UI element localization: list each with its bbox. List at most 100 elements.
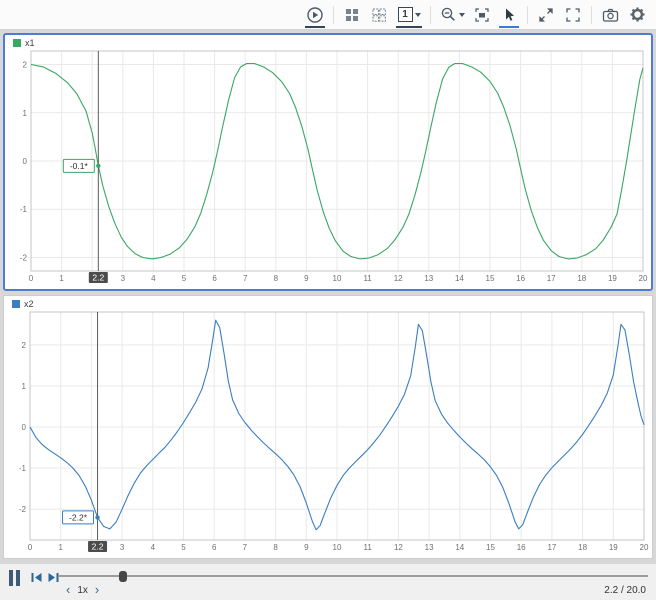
speed-label: 1x [77,584,88,596]
step-back-icon [31,573,42,582]
svg-text:0: 0 [29,274,34,283]
legend-x2[interactable]: x2 [12,299,34,309]
svg-text:1: 1 [23,109,28,118]
svg-text:17: 17 [547,543,556,552]
svg-text:5: 5 [182,274,187,283]
svg-text:2: 2 [23,61,28,70]
toolbar-separator [430,5,431,24]
svg-text:19: 19 [609,543,618,552]
camera-icon [602,8,618,22]
svg-text:-1: -1 [19,464,27,473]
fullscreen-icon [566,7,580,22]
fullscreen-button[interactable] [560,2,586,28]
svg-text:5: 5 [181,543,186,552]
pause-icon [16,570,20,586]
layout-grid-icon [346,8,358,21]
timeline-slider[interactable] [58,570,648,582]
expand-icon [539,7,553,22]
gear-icon [630,7,644,22]
svg-text:16: 16 [516,274,525,283]
speed-up-button[interactable]: › [95,583,99,596]
svg-text:-2.2*: -2.2* [69,512,88,522]
svg-text:4: 4 [151,274,156,283]
dropdown-caret-icon [414,12,421,17]
svg-text:15: 15 [486,274,495,283]
svg-text:0: 0 [23,157,28,166]
settings-button[interactable] [624,2,650,28]
svg-text:7: 7 [243,543,248,552]
pointer-tool-button[interactable] [496,2,522,28]
signal-panel-x2[interactable]: x2 -2-1012012345678910111213141516171819… [3,295,653,559]
svg-text:-1: -1 [20,205,28,214]
toolbar-separator [591,5,592,24]
svg-text:2.2: 2.2 [92,542,104,552]
svg-text:-2: -2 [19,505,27,514]
plot-x1[interactable]: -2-101201234567891011121314151617181920-… [5,35,651,289]
run-icon [307,6,323,23]
snapshot-button[interactable] [597,2,623,28]
run-button[interactable] [302,2,328,28]
dropdown-caret-icon [458,12,465,17]
svg-text:20: 20 [640,543,649,552]
pause-icon [9,570,13,586]
svg-text:9: 9 [304,543,309,552]
fit-to-view-button[interactable] [469,2,495,28]
svg-text:11: 11 [364,543,373,552]
toolbar-separator [333,5,334,24]
display-count-button[interactable]: 1 [393,2,425,28]
edit-layout-button[interactable] [366,2,392,28]
edit-layout-icon [372,8,386,22]
fit-to-view-icon [475,7,489,22]
svg-text:1: 1 [58,543,63,552]
svg-text:6: 6 [212,274,217,283]
timeline-thumb[interactable] [118,571,127,582]
legend-x1[interactable]: x1 [13,38,35,48]
svg-text:15: 15 [486,543,495,552]
speed-down-button[interactable]: ‹ [66,583,70,596]
time-display: 2.2 / 20.0 [604,585,646,596]
expand-button[interactable] [533,2,559,28]
plot-x2[interactable]: -2-101201234567891011121314151617181920-… [4,296,652,558]
legend-label-x1: x1 [25,38,35,48]
zoom-out-icon [441,7,455,21]
playback-bar: ‹ 1x › 2.2 / 20.0 [0,563,656,600]
toolbar-separator [527,5,528,24]
toolbar: 1 [0,0,656,30]
legend-swatch-x1 [13,39,21,47]
svg-text:1: 1 [22,382,27,391]
svg-text:8: 8 [273,543,278,552]
svg-text:10: 10 [333,274,342,283]
pointer-icon [506,8,514,21]
speed-controls: ‹ 1x › [66,583,99,596]
display-count-icon: 1 [397,7,413,22]
svg-text:-0.1*: -0.1* [70,161,89,171]
svg-text:2.2: 2.2 [92,273,104,283]
svg-text:12: 12 [394,274,403,283]
svg-text:0: 0 [28,543,33,552]
svg-text:8: 8 [274,274,279,283]
svg-text:10: 10 [333,543,342,552]
pause-button[interactable] [9,570,20,586]
svg-text:11: 11 [363,274,372,283]
svg-text:-2: -2 [20,253,28,262]
layout-grid-button[interactable] [339,2,365,28]
zoom-out-button[interactable] [436,2,468,28]
step-controls [30,572,60,583]
svg-text:16: 16 [517,543,526,552]
svg-text:1: 1 [59,274,64,283]
legend-label-x2: x2 [24,299,34,309]
svg-text:13: 13 [425,543,434,552]
step-back-button[interactable] [30,572,43,583]
svg-text:4: 4 [151,543,156,552]
svg-text:12: 12 [394,543,403,552]
signal-panel-x1[interactable]: x1 -2-1012012345678910111213141516171819… [3,33,653,291]
timeline-track[interactable] [58,575,648,577]
svg-text:7: 7 [243,274,248,283]
svg-text:18: 18 [578,543,587,552]
svg-text:9: 9 [304,274,309,283]
svg-text:0: 0 [22,423,27,432]
svg-text:19: 19 [608,274,617,283]
svg-text:13: 13 [424,274,433,283]
svg-text:20: 20 [639,274,648,283]
svg-text:3: 3 [121,274,126,283]
